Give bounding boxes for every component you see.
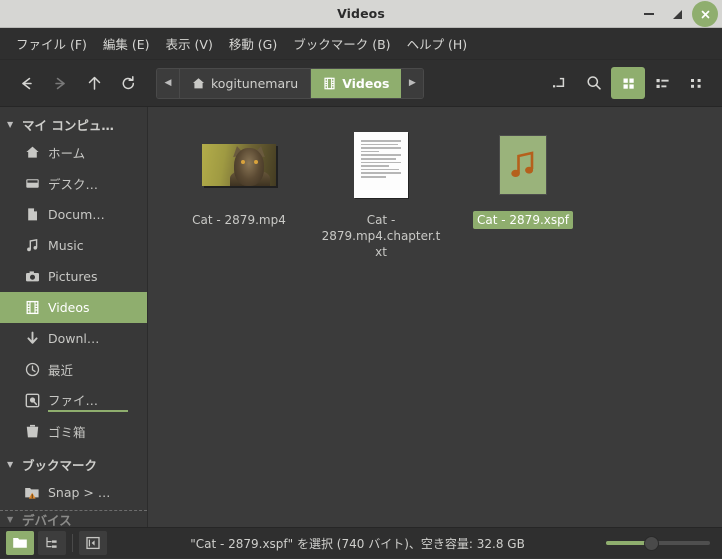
minimize-icon[interactable] (636, 1, 662, 27)
status-divider (72, 534, 73, 552)
video-thumbnail (202, 127, 276, 203)
chevron-down-icon: ▼ (7, 514, 14, 524)
audio-playlist-icon (499, 127, 547, 203)
film-icon (24, 300, 40, 316)
zoom-slider[interactable] (606, 534, 710, 552)
search-icon[interactable] (577, 67, 611, 99)
sidebar-item-label: Snap > … (48, 485, 111, 500)
sidebar-item-snap[interactable]: Snap > … (0, 477, 147, 508)
breadcrumb-scroll-left-icon[interactable]: ◀ (157, 68, 179, 98)
sidebar-item-label: デスク… (48, 177, 99, 192)
title-bar: Videos (0, 0, 722, 28)
menu-go[interactable]: 移動 (G) (221, 30, 285, 57)
sidebar-item-trash[interactable]: ゴミ箱 (0, 416, 147, 447)
desktop-icon (24, 176, 40, 192)
breadcrumb-label: Videos (342, 75, 390, 91)
breadcrumb: ◀ kogitunemaru Videos ▶ (156, 67, 425, 99)
sidebar-item-home[interactable]: ホーム (0, 137, 147, 168)
sidebar-group-label: デバイス (22, 512, 72, 528)
sidebar-item-recent[interactable]: 最近 (0, 354, 147, 385)
back-icon[interactable] (9, 67, 43, 99)
status-button-toggle-sidebar[interactable] (79, 531, 107, 555)
sidebar[interactable]: ▼ マイ コンピュ… ホーム デスク… Docum… Music Picture… (0, 107, 148, 527)
forward-icon[interactable] (43, 67, 77, 99)
list-view-icon[interactable] (645, 67, 679, 99)
sidebar-item-music[interactable]: Music (0, 230, 147, 261)
file-name-label: Cat - 2879.xspf (473, 211, 573, 230)
sidebar-group-my-computer[interactable]: ▼ マイ コンピュ… (0, 111, 147, 137)
sidebar-item-label: ゴミ箱 (48, 425, 86, 440)
breadcrumb-item-videos[interactable]: Videos (310, 68, 402, 98)
text-document-icon (354, 127, 408, 203)
trash-icon (24, 424, 40, 440)
sidebar-group-bookmarks[interactable]: ▼ ブックマーク (0, 451, 147, 477)
sidebar-item-label: ホーム (48, 146, 86, 161)
sidebar-group-label: ブックマーク (22, 457, 98, 473)
zoom-slider-handle[interactable] (644, 535, 659, 551)
window-controls (636, 0, 718, 28)
status-bar: "Cat - 2879.xspf" を選択 (740 バイト)、空き容量: 32… (0, 527, 722, 558)
sidebar-item-label: 最近 (48, 363, 74, 378)
path-entry-icon[interactable] (543, 67, 577, 99)
sidebar-item-label: Docum… (48, 207, 105, 222)
folder-warning-icon (24, 485, 40, 501)
menu-view[interactable]: 表示 (V) (158, 30, 221, 57)
menu-bookmarks[interactable]: ブックマーク (B) (285, 30, 398, 57)
compact-view-icon[interactable] (679, 67, 713, 99)
home-icon (24, 145, 40, 161)
chevron-down-icon: ▼ (7, 459, 14, 469)
file-name-label: Cat - 2879.mp4.chapter.txt (321, 213, 441, 260)
menu-bar: ファイル (F) 編集 (E) 表示 (V) 移動 (G) ブックマーク (B)… (0, 28, 722, 60)
filesystem-icon (24, 393, 40, 409)
sidebar-group-devices[interactable]: ▼ デバイス (0, 511, 147, 528)
sidebar-item-label: Music (48, 238, 84, 253)
main-area: ▼ マイ コンピュ… ホーム デスク… Docum… Music Picture… (0, 107, 722, 527)
sidebar-item-desktop[interactable]: デスク… (0, 168, 147, 199)
menu-help[interactable]: ヘルプ (H) (399, 30, 476, 57)
file-grid[interactable]: Cat - 2879.mp4 Cat - 2879.mp4.chapter.tx… (148, 107, 722, 527)
file-name-label: Cat - 2879.mp4 (192, 213, 286, 227)
camera-icon (24, 269, 40, 285)
close-icon[interactable] (692, 1, 718, 27)
music-icon (24, 238, 40, 254)
status-button-tree-view[interactable] (38, 531, 66, 555)
sidebar-item-documents[interactable]: Docum… (0, 199, 147, 230)
menu-file[interactable]: ファイル (F) (8, 30, 95, 57)
clock-icon (24, 362, 40, 378)
sidebar-item-label: ファイ… (48, 390, 129, 412)
maximize-icon[interactable] (664, 1, 690, 27)
sidebar-item-label: Videos (48, 300, 90, 315)
sidebar-item-label: Pictures (48, 269, 98, 284)
sidebar-item-pictures[interactable]: Pictures (0, 261, 147, 292)
status-button-icon-view[interactable] (6, 531, 34, 555)
menu-edit[interactable]: 編集 (E) (95, 30, 158, 57)
toolbar: ◀ kogitunemaru Videos ▶ (0, 60, 722, 107)
zoom-slider-fill (606, 541, 649, 545)
film-icon (323, 77, 336, 90)
sidebar-item-videos[interactable]: Videos (0, 292, 147, 323)
status-text: "Cat - 2879.xspf" を選択 (740 バイト)、空き容量: 32… (190, 536, 525, 551)
sidebar-item-filesystem[interactable]: ファイ… (0, 385, 147, 416)
chevron-down-icon: ▼ (7, 119, 14, 129)
file-item-chapter-text[interactable]: Cat - 2879.mp4.chapter.txt (310, 121, 452, 262)
home-icon (192, 77, 205, 90)
file-item-playlist[interactable]: Cat - 2879.xspf (452, 121, 594, 262)
window-title: Videos (337, 6, 385, 21)
file-item-video[interactable]: Cat - 2879.mp4 (168, 121, 310, 262)
breadcrumb-label: kogitunemaru (211, 75, 299, 91)
breadcrumb-scroll-right-icon[interactable]: ▶ (401, 68, 424, 98)
document-icon (24, 207, 40, 223)
sidebar-group-label: マイ コンピュ… (22, 117, 114, 133)
download-icon (24, 331, 40, 347)
sidebar-item-label: Downl… (48, 331, 100, 346)
icon-view-icon[interactable] (611, 67, 645, 99)
sidebar-item-downloads[interactable]: Downl… (0, 323, 147, 354)
breadcrumb-item-kogitunemaru[interactable]: kogitunemaru (179, 68, 311, 98)
up-icon[interactable] (77, 67, 111, 99)
reload-icon[interactable] (111, 67, 145, 99)
